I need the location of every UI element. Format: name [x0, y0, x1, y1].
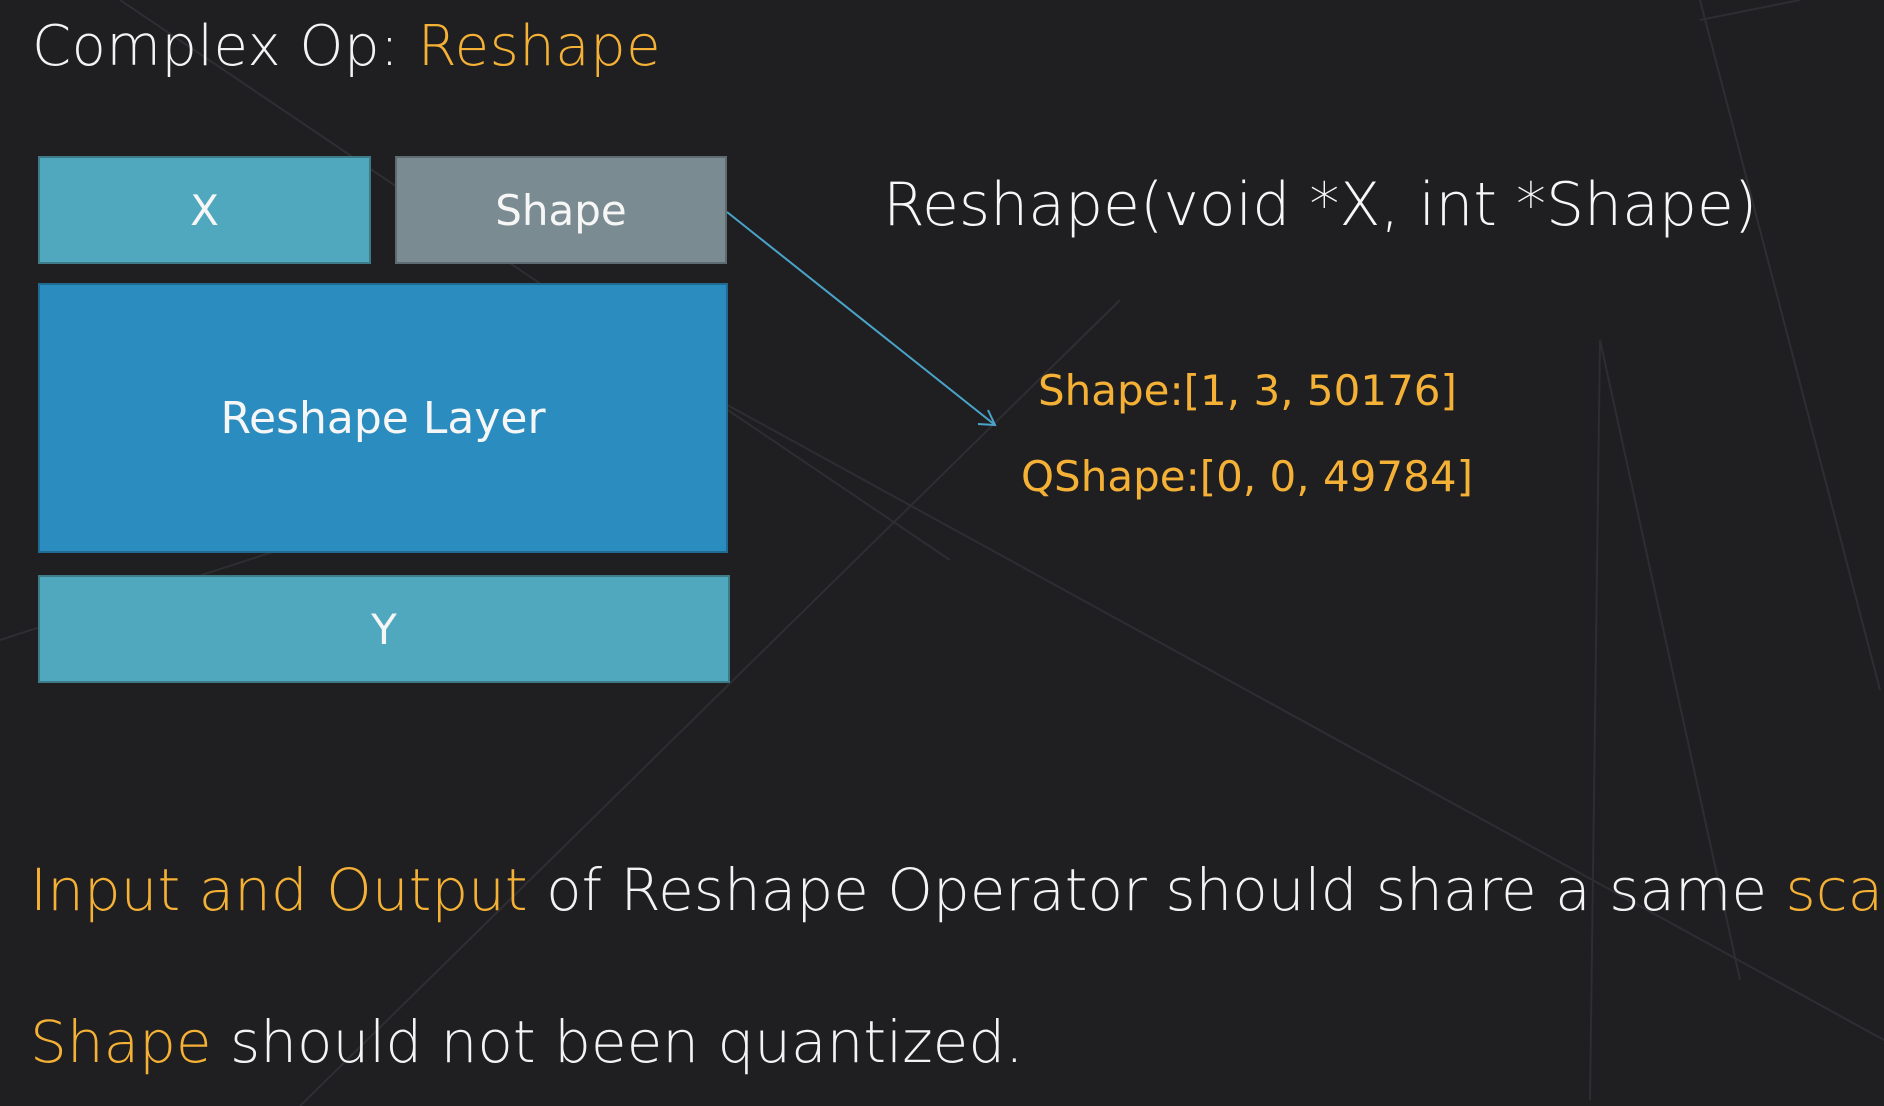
output-y-label: Y [371, 604, 397, 654]
output-y-box: Y [38, 575, 730, 683]
note1-highlight-a: Input and Output [30, 856, 528, 924]
note-shape: Shape should not been quantized. [30, 1008, 1024, 1076]
input-x-box: X [38, 156, 371, 264]
title-highlight: Reshape [417, 14, 662, 79]
shape-value: Shape:[1, 3, 50176] [1038, 366, 1457, 415]
qshape-value: QShape:[0, 0, 49784] [1021, 452, 1473, 501]
function-signature: Reshape(void *X, int *Shape) [883, 170, 1758, 240]
note2-text: should not been quantized. [211, 1008, 1024, 1076]
slide-title: Complex Op: Reshape [32, 14, 661, 79]
title-prefix: Complex Op: [32, 14, 418, 79]
input-x-label: X [190, 185, 219, 235]
input-shape-label: Shape [495, 185, 627, 235]
reshape-layer-label: Reshape Layer [220, 392, 546, 444]
note2-highlight: Shape [30, 1008, 212, 1076]
note-scale: Input and Output of Reshape Operator sho… [30, 856, 1884, 924]
note1-highlight-b: scale. [1785, 856, 1884, 924]
input-shape-box: Shape [395, 156, 727, 264]
note1-text: of Reshape Operator should share a same [527, 856, 1786, 924]
reshape-layer-box: Reshape Layer [38, 283, 728, 553]
